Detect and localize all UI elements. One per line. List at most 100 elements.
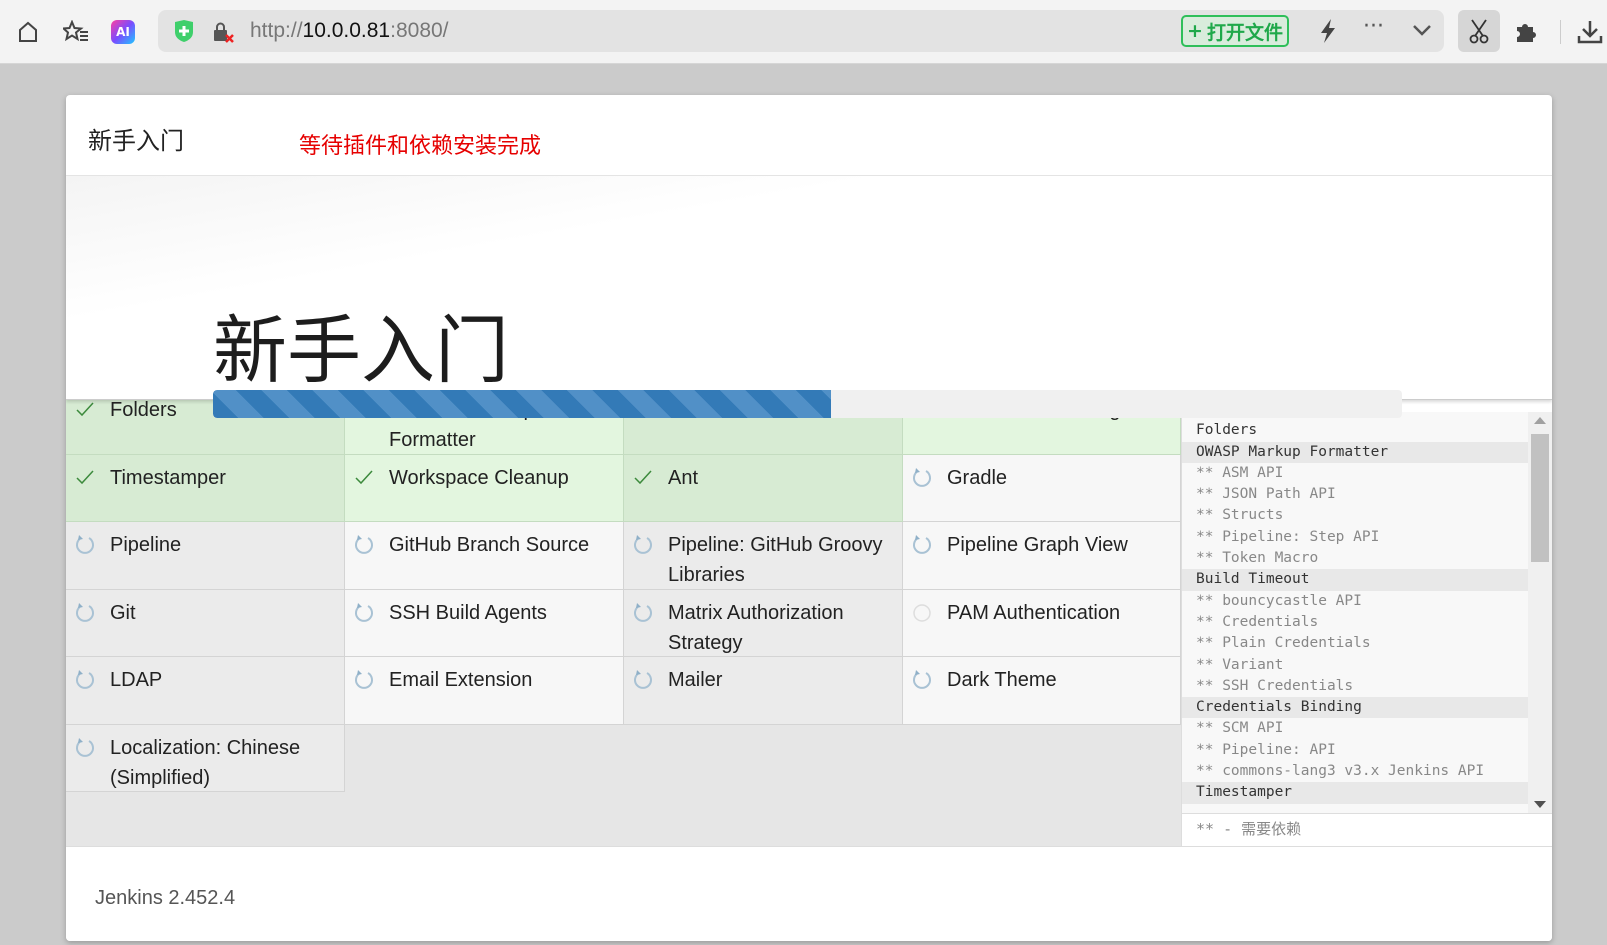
log-legend: ** - 需要依赖 [1182, 813, 1552, 846]
plugin-item: Pipeline [66, 522, 345, 590]
log-plugin-line: OWASP Markup Formatter [1182, 441, 1528, 463]
plugin-item: Timestamper [66, 454, 345, 522]
plugin-item: Pipeline: GitHub Groovy Libraries [624, 522, 903, 590]
plugin-name: Pipeline: GitHub Groovy Libraries [668, 534, 883, 586]
plugin-name: GitHub Branch Source [389, 534, 590, 556]
address-bar[interactable]: http://10.0.0.81:8080/ + 打开文件 ··· [158, 10, 1444, 52]
plugin-name: Pipeline Graph View [947, 534, 1128, 556]
plugin-item: Gradle [903, 454, 1181, 522]
toolbar-divider [1560, 20, 1561, 44]
lightning-icon[interactable] [1318, 19, 1338, 47]
log-plugin-line: Folders [1196, 422, 1258, 439]
plugin-item: Pipeline Graph View [903, 522, 1181, 590]
log-dependency-line: ** Pipeline: Step API [1196, 528, 1380, 545]
log-scrollbar[interactable] [1528, 412, 1552, 813]
log-dependency-line: ** Structs [1196, 507, 1284, 524]
check-icon [74, 400, 96, 421]
plugin-item: LDAP [66, 657, 345, 725]
plugin-name: Timestamper [110, 466, 226, 489]
spinner-icon [74, 737, 96, 759]
spinner-icon [911, 534, 933, 556]
scissors-button[interactable] [1458, 10, 1500, 52]
install-progress-bar [213, 390, 1402, 418]
spinner-icon [632, 534, 654, 556]
check-icon [632, 467, 654, 489]
spinner-icon [74, 669, 96, 691]
spinner-icon [353, 669, 375, 691]
open-file-label: 打开文件 [1206, 21, 1283, 44]
pending-circle-icon [911, 602, 933, 624]
plugin-name: Folders [110, 400, 177, 421]
log-dependency-line: ** commons-lang3 v3.x Jenkins API [1196, 763, 1485, 780]
log-dependency-line: ** JSON Path API [1196, 486, 1336, 503]
plugin-item: PAM Authentication [903, 589, 1181, 657]
plugin-item: Workspace Cleanup [345, 454, 624, 522]
spinner-icon [632, 602, 654, 624]
spinner-icon [353, 534, 375, 556]
plugin-name: Git [110, 601, 136, 624]
scroll-up-icon[interactable] [1534, 417, 1546, 424]
check-icon [74, 467, 96, 489]
download-icon[interactable] [1576, 18, 1604, 46]
log-dependency-line: ** bouncycastle API [1196, 592, 1362, 609]
more-icon[interactable]: ··· [1363, 14, 1384, 39]
plugin-name: Workspace Cleanup [389, 466, 569, 489]
setup-wizard-dialog: 新手入门 等待插件和依赖安装完成 新手入门 FoldersOWASP Marku… [66, 95, 1552, 941]
spinner-icon [911, 669, 933, 691]
dialog-header: 新手入门 等待插件和依赖安装完成 [66, 95, 1552, 176]
favorites-icon[interactable] [62, 18, 90, 46]
plugin-name: Email Extension [389, 669, 533, 691]
open-file-button[interactable]: + 打开文件 [1181, 15, 1289, 47]
hero-panel: 新手入门 [66, 176, 1552, 400]
plugin-name: Matrix Authorization Strategy [668, 601, 844, 654]
check-icon [353, 467, 375, 489]
url-port: :8080/ [390, 19, 449, 42]
dialog-footer: Jenkins 2.452.4 [66, 846, 1552, 941]
spinner-icon [911, 467, 933, 489]
dialog-title: 新手入门 [88, 127, 184, 155]
plugin-item: SSH Build Agents [345, 589, 624, 657]
scissors-icon [1469, 19, 1489, 44]
spinner-icon [632, 669, 654, 691]
plugin-name: SSH Build Agents [389, 601, 547, 624]
plugin-item: Ant [624, 454, 903, 522]
plugin-name: LDAP [110, 669, 163, 691]
jenkins-version: Jenkins 2.452.4 [95, 887, 236, 909]
log-dependency-line: ** SCM API [1196, 720, 1284, 737]
log-dependency-line: ** ASM API [1196, 464, 1284, 481]
spinner-icon [353, 602, 375, 624]
extensions-icon[interactable] [1512, 18, 1540, 46]
plus-icon: + [1187, 20, 1203, 42]
plugin-item: Dark Theme [903, 657, 1181, 725]
home-icon[interactable] [14, 18, 42, 46]
url-text[interactable]: http://10.0.0.81:8080/ [250, 19, 449, 43]
scroll-down-icon[interactable] [1534, 801, 1546, 808]
plugin-name: Mailer [668, 669, 723, 691]
log-plugin-line: Credentials Binding [1182, 697, 1528, 719]
url-host: 10.0.0.81 [302, 19, 391, 42]
plugin-name: Pipeline [110, 534, 182, 556]
plugin-grid: FoldersOWASP Markup FormatterBuild Timeo… [66, 400, 1181, 846]
scrollbar-thumb[interactable] [1531, 434, 1549, 562]
browser-toolbar: AI http://10.0.0.81:8080/ + 打开文件 ··· [0, 0, 1607, 64]
plugin-name: PAM Authentication [947, 601, 1121, 624]
log-dependency-line: ** Credentials [1196, 613, 1319, 630]
install-log[interactable]: ** Ionicons APIFoldersOWASP Markup Forma… [1182, 412, 1528, 813]
ai-icon[interactable]: AI [109, 18, 137, 46]
plugin-item: GitHub Branch Source [345, 522, 624, 590]
annotation-text: 等待插件和依赖安装完成 [299, 134, 542, 159]
chevron-down-icon[interactable] [1412, 22, 1432, 41]
plugin-item: Matrix Authorization Strategy [624, 589, 903, 657]
plugin-name: Localization: Chinese (Simplified) [110, 736, 301, 789]
progress-fill [213, 390, 832, 418]
plugin-item: Git [66, 589, 345, 657]
insecure-lock-icon[interactable] [213, 22, 235, 48]
shield-icon [174, 20, 194, 46]
plugin-name: Gradle [947, 466, 1008, 489]
log-dependency-line: ** Token Macro [1196, 550, 1319, 567]
plugin-item: Email Extension [345, 657, 624, 725]
install-log-panel: ** Ionicons APIFoldersOWASP Markup Forma… [1181, 400, 1552, 846]
page-title: 新手入门 [213, 308, 509, 394]
spinner-icon [74, 534, 96, 556]
plugin-name: Dark Theme [947, 669, 1057, 691]
